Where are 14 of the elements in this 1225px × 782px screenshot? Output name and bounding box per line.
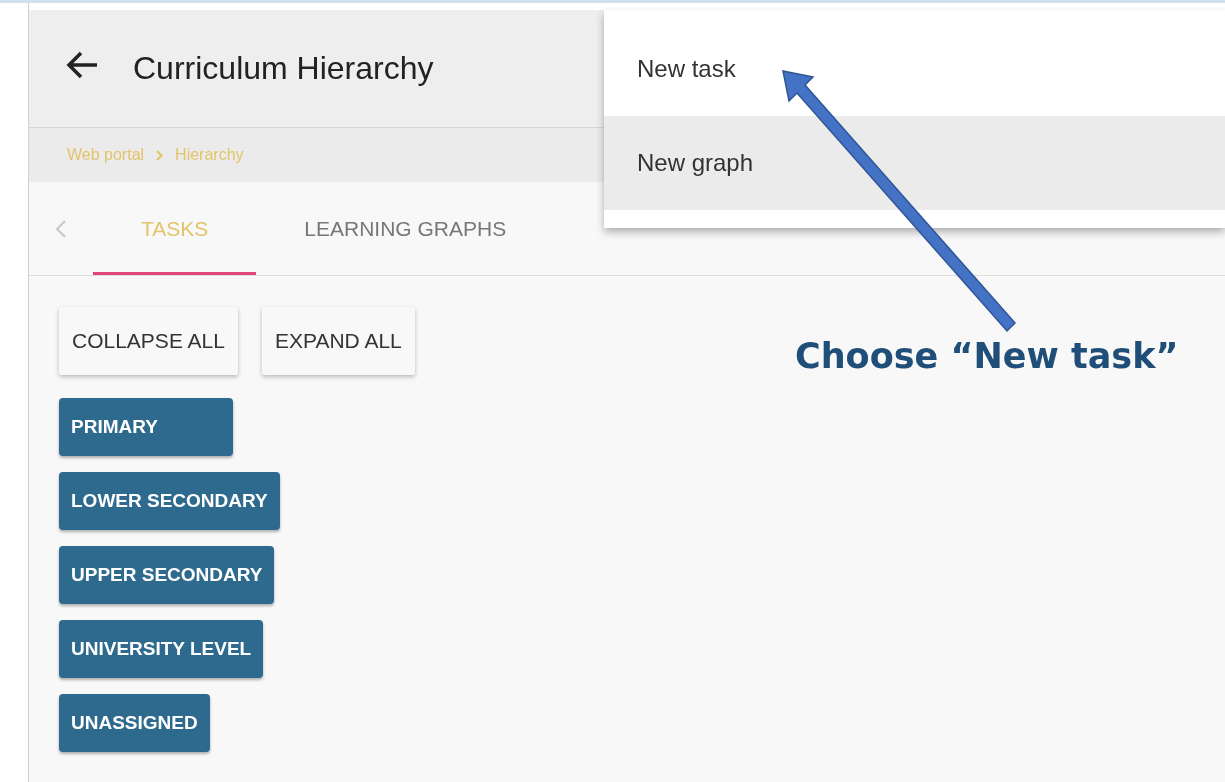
collapse-all-button[interactable]: COLLAPSE ALL (59, 307, 238, 375)
level-chip[interactable]: UPPER SECONDARY (59, 546, 275, 604)
tab[interactable]: LEARNING GRAPHS (256, 182, 555, 275)
page-title: Curriculum Hierarchy (133, 49, 434, 88)
level-chip[interactable]: UNIVERSITY LEVEL (59, 620, 264, 678)
level-chip[interactable]: UNASSIGNED (59, 694, 210, 752)
chevron-icon (156, 149, 164, 161)
expand-all-button[interactable]: EXPAND ALL (261, 307, 415, 375)
level-chip[interactable]: LOWER SECONDARY (59, 472, 280, 530)
back-arrow-icon[interactable] (65, 50, 99, 80)
menu-item[interactable]: New task (604, 22, 1225, 116)
annotation-text: Choose “New task” (795, 335, 1179, 378)
menu-item[interactable]: New graph (604, 116, 1225, 210)
level-chip[interactable]: PRIMARY (59, 398, 233, 456)
